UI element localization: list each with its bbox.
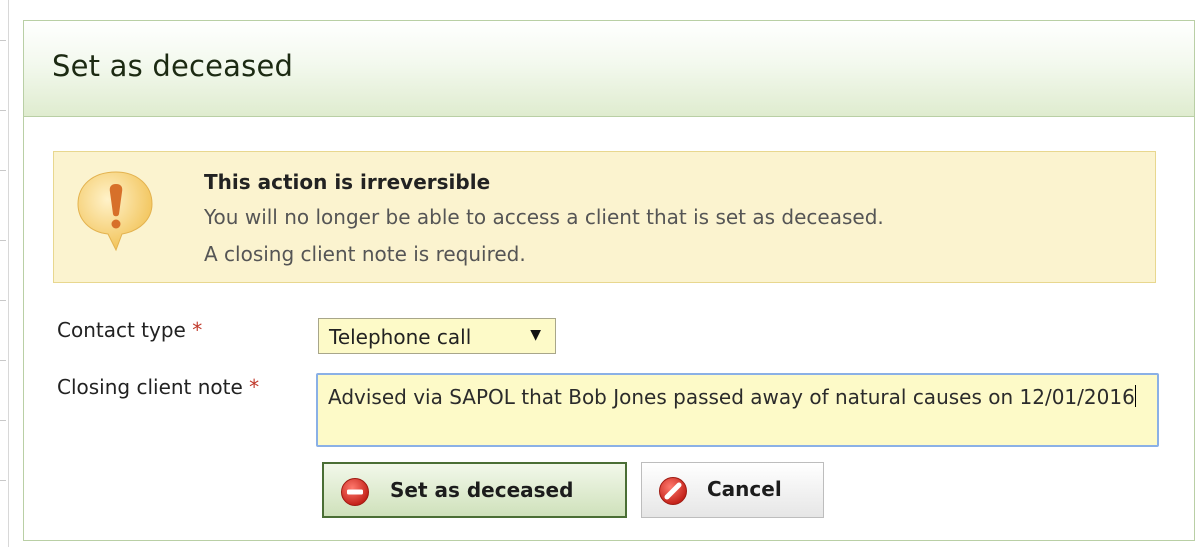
warning-requirement-message: A closing client note is required. [204,242,526,266]
set-deceased-dialog: Set as deceased This action is irreversi… [23,20,1195,541]
contact-type-label: Contact type * [57,318,203,342]
contact-type-value: Telephone call [329,325,472,349]
exclamation-speech-bubble-icon [77,171,153,252]
dropdown-arrow-icon: ▼ [530,327,541,343]
minus-circle-icon [341,478,369,506]
contact-type-select[interactable]: Telephone call ▼ [318,318,556,354]
dialog-header: Set as deceased [24,21,1194,117]
background-page-edge [0,0,9,547]
text-cursor [1134,385,1136,407]
cancel-button[interactable]: Cancel [641,462,824,518]
cancel-label: Cancel [707,477,782,501]
required-marker: * [249,375,260,399]
closing-note-label: Closing client note * [57,375,260,399]
no-entry-icon [659,477,687,505]
dialog-title: Set as deceased [52,49,294,83]
closing-note-textarea[interactable]: Advised via SAPOL that Bob Jones passed … [316,373,1159,447]
set-as-deceased-label: Set as deceased [390,478,574,502]
set-as-deceased-button[interactable]: Set as deceased [322,462,627,518]
warning-box: This action is irreversible You will no … [53,151,1156,283]
warning-title: This action is irreversible [204,170,491,194]
warning-message: You will no longer be able to access a c… [204,205,884,229]
required-marker: * [192,318,203,342]
